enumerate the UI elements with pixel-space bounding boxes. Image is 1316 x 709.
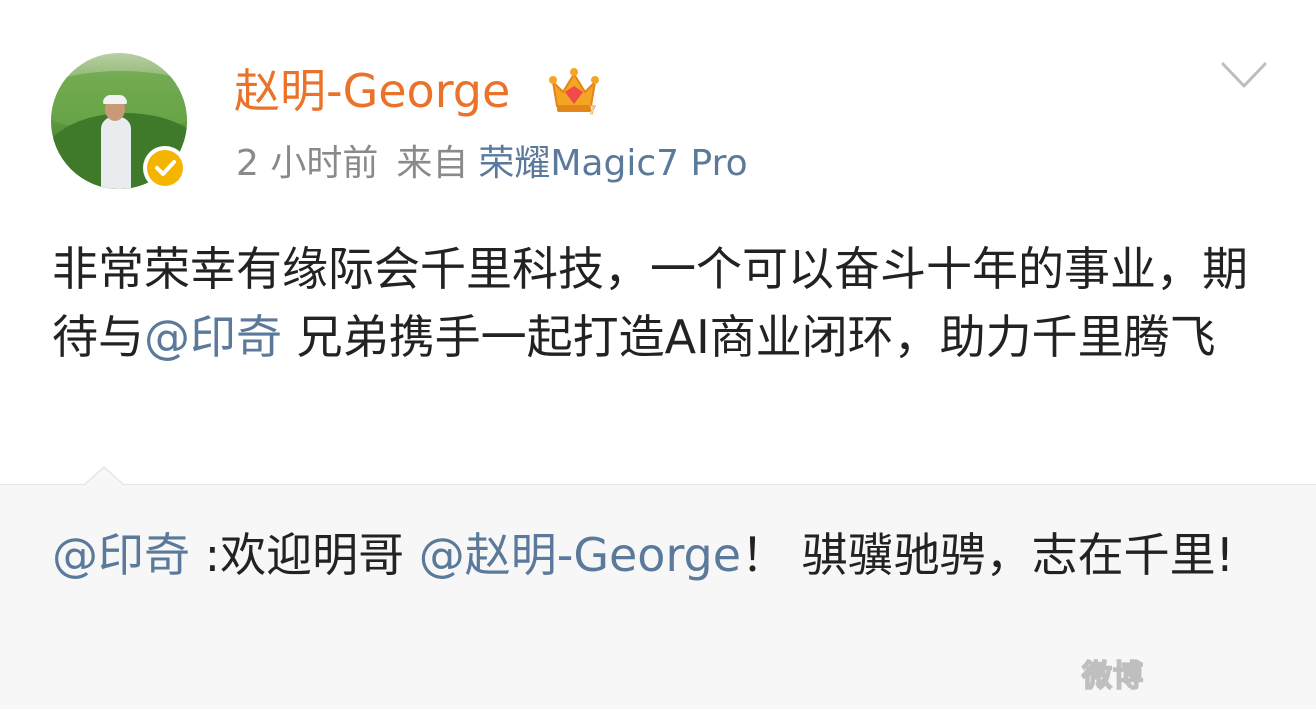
post-body: 非常荣幸有缘际会千里科技，一个可以奋斗十年的事业，期待与@印奇 兄弟携手一起打造… <box>52 235 1252 371</box>
post-time: 2 小时前 <box>236 143 379 184</box>
mention-link[interactable]: @赵明-George <box>419 528 741 582</box>
repost-text-segment: :欢迎明哥 <box>190 528 419 582</box>
repost-text-segment: ！ 骐骥驰骋，志在千里! <box>741 528 1235 582</box>
author-name[interactable]: 赵明-George <box>234 60 510 122</box>
verified-badge-icon <box>143 146 187 190</box>
chevron-down-icon[interactable] <box>1219 58 1269 92</box>
post-text-segment: 兄弟携手一起打造AI商业闭环，助力千里腾飞 <box>282 310 1216 364</box>
source-label: 来自 <box>396 143 469 184</box>
post-meta: 2 小时前 来自 荣耀Magic7 Pro <box>236 138 748 190</box>
avatar-person <box>101 117 131 189</box>
source-device-link[interactable]: 荣耀Magic7 Pro <box>478 143 747 184</box>
post-card: 赵明-George 7 2 小时前 来自 荣耀Magic7 Pro 非常荣幸有缘际会… <box>0 0 1316 484</box>
avatar-person <box>103 95 127 104</box>
repost-author-link[interactable]: @印奇 <box>52 528 190 582</box>
crown-icon[interactable]: 7 <box>545 62 603 118</box>
svg-text:7: 7 <box>589 103 596 117</box>
repost-body: @印奇 :欢迎明哥 @赵明-George！ 骐骥驰骋，志在千里! <box>52 518 1272 592</box>
mention-link[interactable]: @印奇 <box>144 310 282 364</box>
repost-notch <box>84 466 124 486</box>
watermark: 微博 <box>1081 658 1144 695</box>
